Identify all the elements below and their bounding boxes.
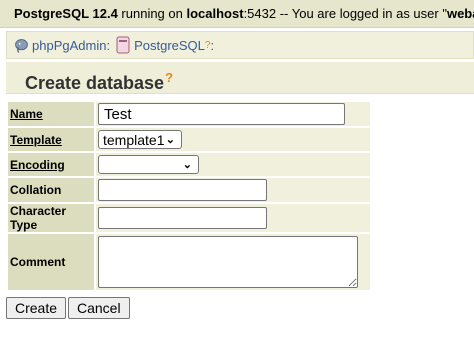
form-row-comment: Comment xyxy=(8,234,370,290)
create-database-form: Name Template template1 ⌄ Encoding ⌄ Col… xyxy=(6,100,372,292)
breadcrumb-app-link[interactable]: phpPgAdmin xyxy=(32,38,106,53)
breadcrumb-separator: : xyxy=(210,37,215,53)
form-row-encoding: Encoding ⌄ xyxy=(8,153,370,176)
character-type-input[interactable] xyxy=(98,207,267,229)
collation-input[interactable] xyxy=(98,179,267,201)
character-type-label: Character Type xyxy=(8,204,94,232)
elephant-icon xyxy=(15,38,28,53)
server-host: localhost xyxy=(186,6,244,21)
title-help-link[interactable]: ? xyxy=(165,70,173,85)
page-title: Create database? xyxy=(6,62,474,94)
page-title-text: Create database xyxy=(25,73,165,93)
running-on-text: running on xyxy=(117,6,187,21)
form-row-collation: Collation xyxy=(8,178,370,202)
encoding-label: Encoding xyxy=(8,153,94,176)
breadcrumb: phpPgAdmin: PostgreSQL?: xyxy=(6,31,474,59)
collation-label: Collation xyxy=(8,178,94,202)
collation-cell xyxy=(96,178,370,202)
template-cell: template1 ⌄ xyxy=(96,128,370,151)
logged-in-user: webadmin xyxy=(446,6,474,21)
breadcrumb-server-link[interactable]: PostgreSQL xyxy=(134,38,205,53)
breadcrumb-separator: : xyxy=(106,37,111,53)
server-product: PostgreSQL 12.4 xyxy=(14,6,118,21)
cancel-button[interactable]: Cancel xyxy=(68,297,130,319)
comment-cell xyxy=(96,234,370,290)
comment-textarea[interactable] xyxy=(98,236,358,288)
chevron-down-icon: ⌄ xyxy=(182,159,192,171)
character-type-cell xyxy=(96,204,370,232)
form-row-name: Name xyxy=(8,102,370,126)
database-icon xyxy=(116,36,130,54)
server-port: :5432 xyxy=(243,6,277,21)
encoding-cell: ⌄ xyxy=(96,153,370,176)
create-button[interactable]: Create xyxy=(6,297,67,319)
form-row-character-type: Character Type xyxy=(8,204,370,232)
form-row-template: Template template1 ⌄ xyxy=(8,128,370,151)
server-info-bar: PostgreSQL 12.4 running on localhost:543… xyxy=(0,0,474,28)
encoding-select[interactable]: ⌄ xyxy=(98,155,199,174)
comment-label: Comment xyxy=(8,234,94,290)
logged-in-text: -- You are logged in as user " xyxy=(276,6,447,21)
template-selected-value: template1 xyxy=(103,131,165,148)
name-label: Name xyxy=(8,102,94,126)
template-select[interactable]: template1 ⌄ xyxy=(98,130,182,149)
name-input[interactable] xyxy=(98,103,345,125)
template-label: Template xyxy=(8,128,94,151)
chevron-down-icon: ⌄ xyxy=(165,134,175,146)
name-cell xyxy=(96,102,370,126)
